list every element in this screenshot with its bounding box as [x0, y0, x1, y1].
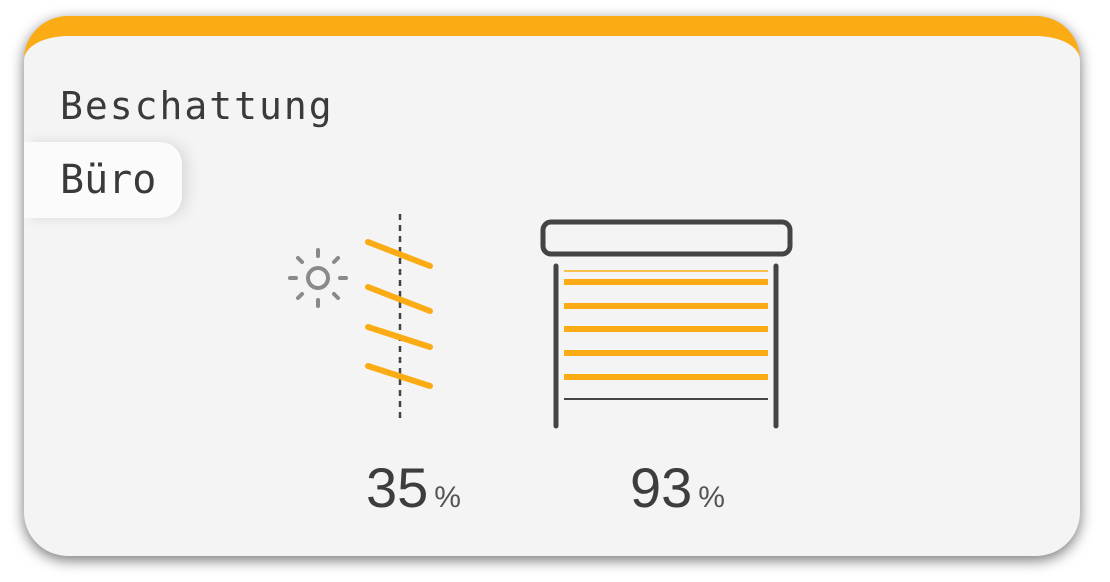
shutter-box [540, 219, 793, 257]
room-label: Büro [24, 142, 183, 218]
slat-angle-value: 35 [366, 456, 429, 519]
card-title: Beschattung [60, 84, 334, 128]
sun-icon [288, 248, 348, 308]
roller-shutter-icon [540, 219, 793, 429]
slat-angle-readout: 35% [366, 458, 461, 518]
shutter-position-control[interactable] [538, 216, 796, 432]
shutter-position-unit: % [698, 481, 725, 514]
shutter-position-readout: 93% [630, 458, 725, 518]
shutter-position-value: 93 [630, 456, 693, 519]
slat-angle-control[interactable] [286, 210, 436, 424]
slat-angle-unit: % [434, 481, 461, 514]
